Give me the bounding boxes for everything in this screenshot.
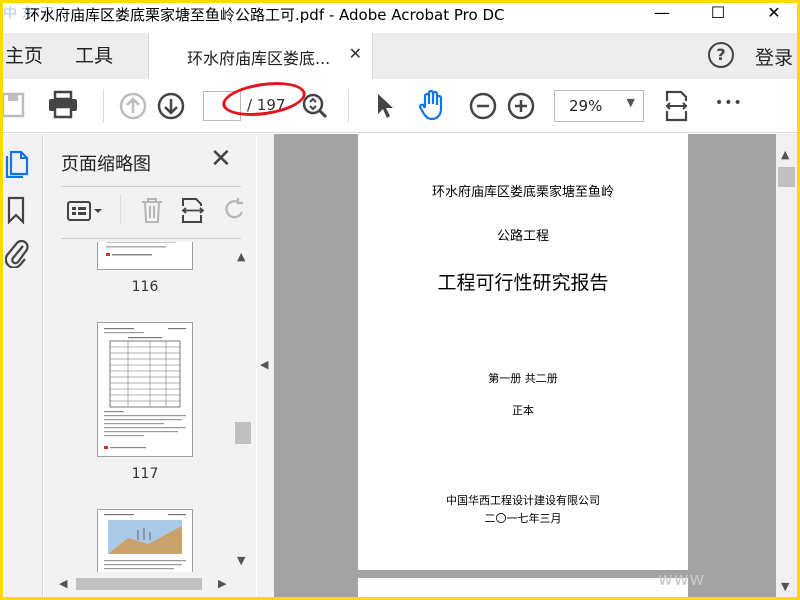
navigation-strip <box>3 134 43 597</box>
zoom-select[interactable]: 29% ▼ <box>554 90 644 122</box>
toolbar: / 197 29% ▼ ••• <box>3 79 797 133</box>
scroll-up-icon[interactable]: ▲ <box>781 148 789 161</box>
nav-tools[interactable]: 工具 <box>75 41 113 68</box>
zoom-out-icon[interactable] <box>469 92 497 120</box>
thumbnail-number: 117 <box>131 466 159 482</box>
minimize-button[interactable]: — <box>639 3 685 25</box>
doc-volume: 第一册 共二册 <box>488 372 558 385</box>
nav-home[interactable]: 主页 <box>5 41 43 68</box>
zoom-value: 29% <box>569 97 603 115</box>
window-title: 环水府庙库区娄底栗家塘至鱼岭公路工可.pdf - Adobe Acrobat P… <box>25 6 505 24</box>
doc-title-main: 工程可行性研究报告 <box>437 272 609 294</box>
tab-bar: 主页 工具 环水府庙库区娄底... ✕ ? 登录 <box>3 33 797 79</box>
delete-page-icon[interactable] <box>140 196 164 224</box>
close-window-button[interactable]: ✕ <box>751 3 797 25</box>
document-next-page <box>358 578 688 597</box>
thumbnail-page-117[interactable] <box>97 322 193 457</box>
scroll-left-icon[interactable]: ◀ <box>59 577 67 590</box>
thumbnail-number: 116 <box>131 279 159 295</box>
help-button[interactable]: ? <box>708 42 734 68</box>
scroll-down-icon[interactable]: ▼ <box>237 554 245 567</box>
thumbnail-vertical-scrollbar[interactable]: ▲ ▼ <box>232 242 254 572</box>
doc-title-line1: 环水府庙库区娄底栗家塘至鱼岭 <box>431 185 614 200</box>
panel-divider <box>61 238 241 239</box>
app-window: 中 东·河 环水府庙库区娄底栗家塘至鱼岭公路工可.pdf - Adobe Acr… <box>3 3 797 597</box>
document-tab[interactable]: 环水府庙库区娄底... ✕ <box>148 33 373 79</box>
chevron-down-icon: ▼ <box>626 96 635 109</box>
login-link[interactable]: 登录 <box>755 43 793 70</box>
hand-tool-icon[interactable] <box>417 89 447 121</box>
zoom-in-icon[interactable] <box>507 92 535 120</box>
tab-close-icon[interactable]: ✕ <box>349 44 362 63</box>
previous-page-icon[interactable] <box>119 92 147 120</box>
maximize-button[interactable]: ☐ <box>695 3 741 25</box>
page-thumbnails-icon[interactable] <box>5 148 31 178</box>
panel-separator <box>120 194 121 224</box>
doc-date: 二〇一七年三月 <box>484 512 562 525</box>
bookmark-icon[interactable] <box>6 196 26 224</box>
print-icon[interactable] <box>47 90 79 120</box>
extract-page-icon[interactable] <box>180 196 206 224</box>
thumbnail-options-icon[interactable] <box>66 198 104 224</box>
panel-splitter[interactable]: ◀ <box>257 134 274 597</box>
rotate-page-icon[interactable] <box>222 196 248 224</box>
doc-company: 中国华西工程设计建设有限公司 <box>446 494 600 507</box>
thumbnail-content <box>104 328 186 449</box>
next-page-icon[interactable] <box>157 92 185 120</box>
scroll-thumb[interactable] <box>778 167 795 187</box>
panel-close-icon[interactable]: ✕ <box>210 144 232 174</box>
doc-original: 正本 <box>512 404 534 417</box>
attachment-icon[interactable] <box>5 238 29 268</box>
scroll-thumb[interactable] <box>76 578 202 590</box>
scroll-up-icon[interactable]: ▲ <box>237 250 245 263</box>
select-cursor-icon[interactable] <box>375 92 395 120</box>
scroll-right-icon[interactable]: ▶ <box>218 577 226 590</box>
thumbnail-list: 116 117 <box>44 242 234 572</box>
thumbnails-panel: 页面缩略图 ✕ 116 117 ▲ ▼ ◀ ▶ <box>44 134 256 597</box>
toolbar-separator <box>103 89 104 123</box>
document-viewer[interactable]: 环水府庙库区娄底栗家塘至鱼岭 公路工程 工程可行性研究报告 第一册 共二册 正本… <box>274 134 776 597</box>
document-tab-label: 环水府庙库区娄底... <box>187 49 331 68</box>
scroll-thumb[interactable] <box>235 422 251 444</box>
collapse-panel-icon[interactable]: ◀ <box>260 358 268 371</box>
doc-title-line2: 公路工程 <box>496 229 549 244</box>
thumbnail-page-118[interactable] <box>97 509 193 572</box>
thumbnail-page-116[interactable] <box>97 242 193 270</box>
title-bar: 中 东·河 环水府庙库区娄底栗家塘至鱼岭公路工可.pdf - Adobe Acr… <box>3 3 797 25</box>
panel-divider <box>61 186 241 187</box>
scroll-down-icon[interactable]: ▼ <box>781 580 789 593</box>
toolbar-separator <box>348 89 349 123</box>
panel-title: 页面缩略图 <box>61 154 151 175</box>
save-icon[interactable] <box>3 91 27 119</box>
document-vertical-scrollbar[interactable]: ▲ ▼ <box>776 134 797 597</box>
thumbnail-content <box>106 242 176 256</box>
more-tools-icon[interactable]: ••• <box>715 95 743 111</box>
document-page: 环水府庙库区娄底栗家塘至鱼岭 公路工程 工程可行性研究报告 第一册 共二册 正本… <box>358 134 688 570</box>
watermark-bottom: www <box>658 569 706 590</box>
fit-page-icon[interactable] <box>664 89 690 123</box>
thumbnail-horizontal-scrollbar[interactable]: ◀ ▶ <box>58 574 234 594</box>
thumbnail-content <box>104 514 186 570</box>
